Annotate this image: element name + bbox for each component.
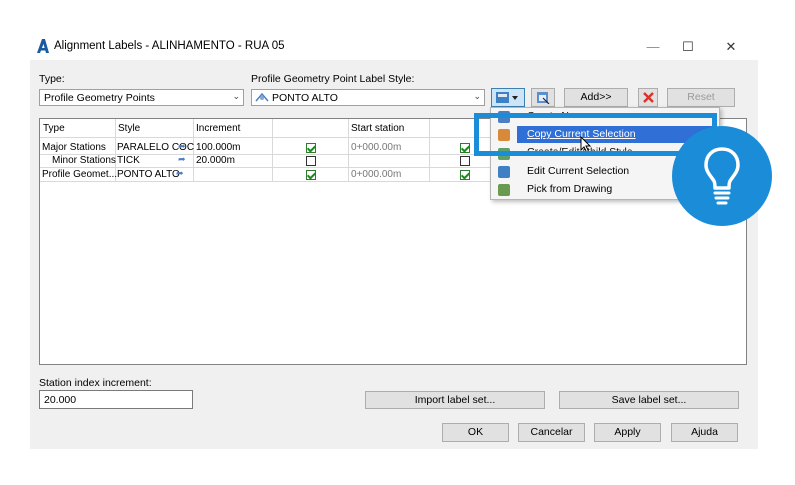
style-icon [255, 92, 269, 102]
reset-button[interactable]: Reset [667, 88, 735, 107]
pick-style-icon [537, 92, 550, 104]
autocad-logo-icon [37, 39, 49, 53]
close-button[interactable]: ✕ [717, 37, 745, 57]
column-divider [348, 119, 349, 181]
pick-style-button[interactable] [531, 88, 555, 107]
menu-item-pick-from-drawing[interactable]: Pick from Drawing [527, 183, 612, 195]
delete-icon [643, 92, 654, 103]
style-icon[interactable]: ➦ [176, 168, 184, 179]
row-visible-checkbox[interactable] [306, 170, 316, 180]
style-select-value: PONTO ALTO [272, 92, 338, 104]
style-dropdown-button[interactable] [491, 88, 525, 107]
column-header-type: Type [43, 123, 65, 134]
style-label: Profile Geometry Point Label Style: [251, 73, 415, 85]
edit-style-icon [496, 92, 518, 103]
column-header-style: Style [118, 123, 141, 134]
ok-button[interactable]: OK [442, 423, 509, 442]
import-label-set-button[interactable]: Import label set... [365, 391, 545, 409]
delete-button[interactable] [638, 88, 658, 107]
row-start-station[interactable]: 0+000.00m [351, 169, 401, 180]
title-bar: Alignment Labels - ALINHAMENTO - RUA 05 … [30, 33, 758, 60]
row-end-checkbox[interactable] [460, 170, 470, 180]
column-header-increment: Increment [196, 123, 241, 134]
station-index-input[interactable]: 20.000 [39, 390, 193, 409]
type-select[interactable]: Profile Geometry Points ⌄ [39, 89, 244, 106]
menu-item-edit-current-selection[interactable]: Edit Current Selection [527, 165, 629, 177]
row-type: Major Stations [42, 142, 106, 153]
column-header-start-station: Start station [351, 123, 405, 134]
add-button[interactable]: Add>> [564, 88, 628, 107]
edit-style-icon [498, 166, 510, 178]
lightbulb-badge [672, 126, 772, 226]
station-index-label: Station index increment: [39, 377, 152, 389]
row-increment[interactable]: 20.000m [196, 155, 235, 166]
apply-button[interactable]: Apply [594, 423, 661, 442]
chevron-down-icon: ⌄ [473, 91, 481, 101]
style-icon[interactable]: ➦ [178, 141, 186, 152]
row-type: Profile Geomet... [42, 169, 118, 180]
help-button[interactable]: Ajuda [671, 423, 738, 442]
column-divider [429, 119, 430, 181]
save-label-set-button[interactable]: Save label set... [559, 391, 739, 409]
row-start-station[interactable]: 0+000.00m [351, 142, 401, 153]
style-select[interactable]: PONTO ALTO ⌄ [251, 89, 485, 106]
cancel-button[interactable]: Cancelar [518, 423, 585, 442]
column-divider [272, 119, 273, 181]
row-end-checkbox[interactable] [460, 156, 470, 166]
window-title: Alignment Labels - ALINHAMENTO - RUA 05 [54, 40, 285, 52]
row-increment[interactable]: 100.000m [196, 142, 240, 153]
pick-from-drawing-icon [498, 184, 510, 196]
style-icon[interactable]: ➦ [178, 154, 186, 165]
lightbulb-icon [704, 147, 740, 205]
alignment-labels-dialog: Alignment Labels - ALINHAMENTO - RUA 05 … [30, 33, 758, 449]
chevron-down-icon: ⌄ [232, 91, 240, 101]
station-index-value: 20.000 [44, 394, 77, 406]
row-visible-checkbox[interactable] [306, 143, 316, 153]
row-type: Minor Stations [52, 155, 116, 166]
minimize-button[interactable]: — [639, 37, 667, 57]
type-label: Type: [39, 73, 65, 85]
type-select-value: Profile Geometry Points [44, 92, 155, 104]
row-visible-checkbox[interactable] [306, 156, 316, 166]
row-style[interactable]: TICK [117, 155, 140, 166]
maximize-button[interactable]: ☐ [674, 37, 702, 57]
row-end-checkbox[interactable] [460, 143, 470, 153]
row-style[interactable]: PONTO ALTO [117, 169, 180, 180]
